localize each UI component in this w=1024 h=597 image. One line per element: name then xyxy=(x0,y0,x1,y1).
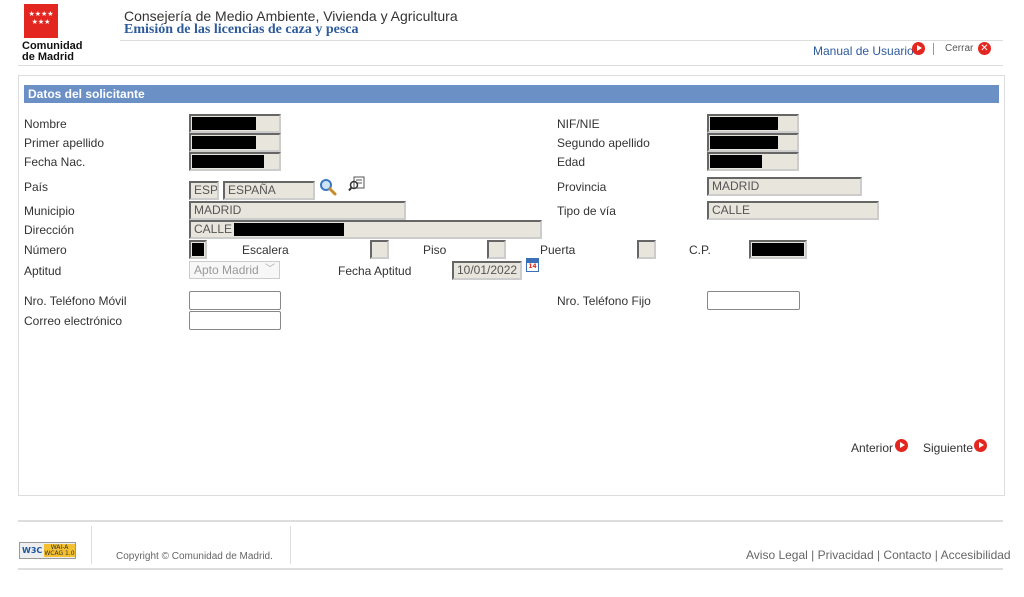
section-header: Datos del solicitante xyxy=(24,85,999,103)
copyright-text: Copyright © Comunidad de Madrid. xyxy=(116,551,273,562)
piso-field[interactable] xyxy=(487,240,506,259)
manual-link[interactable]: Manual de Usuario xyxy=(813,44,914,58)
tipo-via-label: Tipo de vía xyxy=(557,204,616,218)
lookup-icon[interactable] xyxy=(348,176,366,192)
nombre-field[interactable] xyxy=(189,114,281,133)
fecha-nac-field[interactable] xyxy=(189,152,281,171)
header-divider xyxy=(120,40,1003,41)
pais-name-field[interactable]: ESPAÑA xyxy=(223,181,315,200)
fecha-nac-label: Fecha Nac. xyxy=(24,155,86,169)
edad-field[interactable] xyxy=(707,152,799,171)
search-icon[interactable] xyxy=(319,178,337,196)
footer-separator xyxy=(91,526,92,564)
pais-label: País xyxy=(24,180,49,194)
wcag-badge-label: WAI-A WCAG 1.0 xyxy=(44,544,75,557)
edad-label: Edad xyxy=(557,155,586,169)
aptitud-select[interactable]: Apto Madrid ﹀ xyxy=(189,261,280,279)
form-panel xyxy=(18,75,1005,496)
footer-bottom-divider xyxy=(18,568,1003,570)
provincia-field[interactable]: MADRID xyxy=(707,177,862,196)
redaction-block xyxy=(234,223,344,236)
wcag-badge-line2: WCAG 1.0 xyxy=(44,550,75,557)
nif-field[interactable] xyxy=(707,114,799,133)
redaction-block xyxy=(710,117,778,130)
municipio-label: Municipio xyxy=(24,204,75,218)
escalera-label: Escalera xyxy=(242,243,289,257)
close-link[interactable]: Cerrar xyxy=(945,43,973,54)
redaction-block xyxy=(710,136,778,149)
nif-label: NIF/NIE xyxy=(557,117,600,131)
next-arrow-icon[interactable] xyxy=(974,439,987,452)
direccion-value: CALLE xyxy=(194,222,233,236)
escalera-field[interactable] xyxy=(370,240,389,259)
cp-field[interactable] xyxy=(749,240,807,259)
direccion-label: Dirección xyxy=(24,223,75,237)
segundo-apellido-field[interactable] xyxy=(707,133,799,152)
redaction-block xyxy=(192,155,264,168)
previous-link[interactable]: Anterior xyxy=(851,441,893,455)
municipio-field[interactable]: MADRID xyxy=(189,201,406,220)
puerta-field[interactable] xyxy=(637,240,656,259)
w3c-logo-text: W3C xyxy=(22,546,43,555)
email-label: Correo electrónico xyxy=(24,314,123,328)
fecha-aptitud-label: Fecha Aptitud xyxy=(338,264,412,278)
footer-top-divider xyxy=(18,520,1003,522)
manual-arrow-icon[interactable] xyxy=(912,42,925,55)
next-link[interactable]: Siguiente xyxy=(923,441,973,455)
redaction-block xyxy=(192,136,256,149)
numero-field[interactable] xyxy=(189,240,207,259)
redaction-block xyxy=(192,243,204,256)
tipo-via-field[interactable]: CALLE xyxy=(707,201,879,220)
primer-apellido-field[interactable] xyxy=(189,133,281,152)
provincia-label: Provincia xyxy=(557,180,607,194)
piso-label: Piso xyxy=(423,243,447,257)
calendar-icon-day: 14 xyxy=(528,263,537,270)
puerta-label: Puerta xyxy=(540,243,576,257)
redaction-block xyxy=(752,243,804,256)
segundo-apellido-label: Segundo apellido xyxy=(557,136,650,150)
logo-stars-icon: ★★★★ ★★★ xyxy=(28,10,54,26)
org-name: Comunidad de Madrid xyxy=(22,41,83,63)
wai-a-badge[interactable]: W3C WAI-A WCAG 1.0 xyxy=(19,542,76,559)
org-name-line2: de Madrid xyxy=(22,51,74,63)
calendar-icon[interactable]: 14 xyxy=(526,258,539,272)
aptitud-select-value: Apto Madrid xyxy=(194,263,259,277)
page-title: Emisión de las licencias de caza y pesca xyxy=(124,22,359,37)
footer-separator xyxy=(290,526,291,564)
email-input[interactable] xyxy=(189,311,281,330)
nombre-label: Nombre xyxy=(24,117,67,131)
fijo-label: Nro. Teléfono Fijo xyxy=(557,294,651,308)
direccion-field[interactable]: CALLE xyxy=(189,220,542,239)
redaction-block xyxy=(192,117,256,130)
fecha-aptitud-field[interactable]: 10/01/2022 xyxy=(452,261,522,280)
primer-apellido-label: Primer apellido xyxy=(24,136,105,150)
movil-label: Nro. Teléfono Móvil xyxy=(24,294,127,308)
numero-label: Número xyxy=(24,243,67,257)
footer-links[interactable]: Aviso Legal | Privacidad | Contacto | Ac… xyxy=(746,548,1011,562)
pais-code-field[interactable]: ESP xyxy=(189,181,219,200)
movil-input[interactable] xyxy=(189,291,281,310)
close-icon[interactable]: ✕ xyxy=(978,42,991,55)
redaction-block xyxy=(710,155,762,168)
header-bottom-divider xyxy=(18,65,1003,66)
link-separator xyxy=(933,43,934,55)
previous-arrow-icon[interactable] xyxy=(895,439,908,452)
cp-label: C.P. xyxy=(689,243,711,257)
chevron-down-icon: ﹀ xyxy=(265,264,275,275)
aptitud-label: Aptitud xyxy=(24,264,62,278)
fijo-input[interactable] xyxy=(707,291,800,310)
